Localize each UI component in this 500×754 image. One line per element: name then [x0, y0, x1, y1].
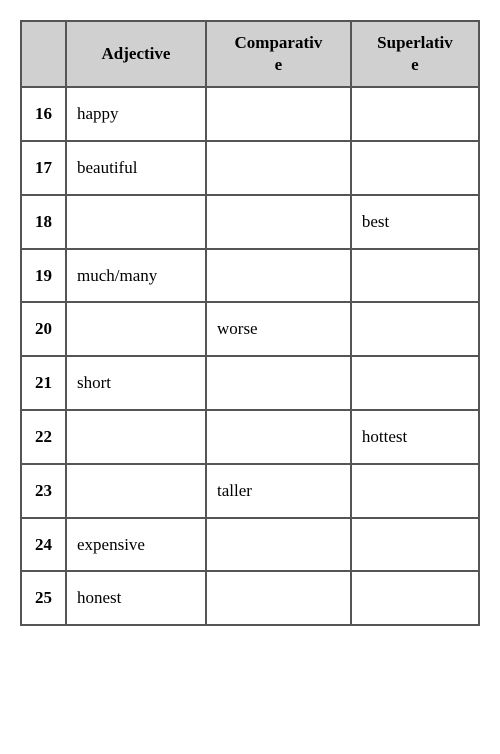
table-row: 16happy: [21, 87, 479, 141]
row-number: 24: [21, 518, 66, 572]
comparative-cell: worse: [206, 302, 351, 356]
adjective-cell: [66, 410, 206, 464]
row-number: 25: [21, 571, 66, 625]
adjective-comparison-table: Adjective Comparative Superlative 16happ…: [20, 20, 480, 626]
adjective-cell: happy: [66, 87, 206, 141]
superlative-cell: [351, 141, 479, 195]
table-row: 24expensive: [21, 518, 479, 572]
comparative-cell: [206, 410, 351, 464]
superlative-cell: [351, 518, 479, 572]
superlative-cell: hottest: [351, 410, 479, 464]
superlative-cell: [351, 571, 479, 625]
row-number: 22: [21, 410, 66, 464]
grammar-table-wrapper: Adjective Comparative Superlative 16happ…: [20, 20, 480, 626]
adjective-cell: honest: [66, 571, 206, 625]
table-row: 18 best: [21, 195, 479, 249]
row-number: 18: [21, 195, 66, 249]
adjective-cell: short: [66, 356, 206, 410]
adjective-cell: [66, 464, 206, 518]
comparative-header: Comparative: [206, 21, 351, 87]
row-number: 21: [21, 356, 66, 410]
row-number: 19: [21, 249, 66, 303]
superlative-cell: [351, 249, 479, 303]
table-row: 17beautiful: [21, 141, 479, 195]
superlative-header: Superlative: [351, 21, 479, 87]
comparative-cell: [206, 141, 351, 195]
comparative-cell: [206, 87, 351, 141]
adjective-header: Adjective: [66, 21, 206, 87]
comparative-cell: [206, 249, 351, 303]
table-row: 23 taller: [21, 464, 479, 518]
comparative-cell: [206, 571, 351, 625]
table-row: 25honest: [21, 571, 479, 625]
superlative-cell: best: [351, 195, 479, 249]
row-number: 17: [21, 141, 66, 195]
adjective-cell: [66, 302, 206, 356]
superlative-cell: [351, 87, 479, 141]
adjective-cell: beautiful: [66, 141, 206, 195]
superlative-cell: [351, 356, 479, 410]
table-row: 21short: [21, 356, 479, 410]
adjective-cell: [66, 195, 206, 249]
superlative-cell: [351, 302, 479, 356]
comparative-cell: [206, 195, 351, 249]
row-number: 23: [21, 464, 66, 518]
table-row: 20 worse: [21, 302, 479, 356]
adjective-cell: expensive: [66, 518, 206, 572]
comparative-cell: [206, 356, 351, 410]
table-row: 19much/many: [21, 249, 479, 303]
row-number: 20: [21, 302, 66, 356]
comparative-cell: taller: [206, 464, 351, 518]
superlative-cell: [351, 464, 479, 518]
adjective-cell: much/many: [66, 249, 206, 303]
comparative-cell: [206, 518, 351, 572]
num-header: [21, 21, 66, 87]
table-row: 22 hottest: [21, 410, 479, 464]
table-header-row: Adjective Comparative Superlative: [21, 21, 479, 87]
row-number: 16: [21, 87, 66, 141]
